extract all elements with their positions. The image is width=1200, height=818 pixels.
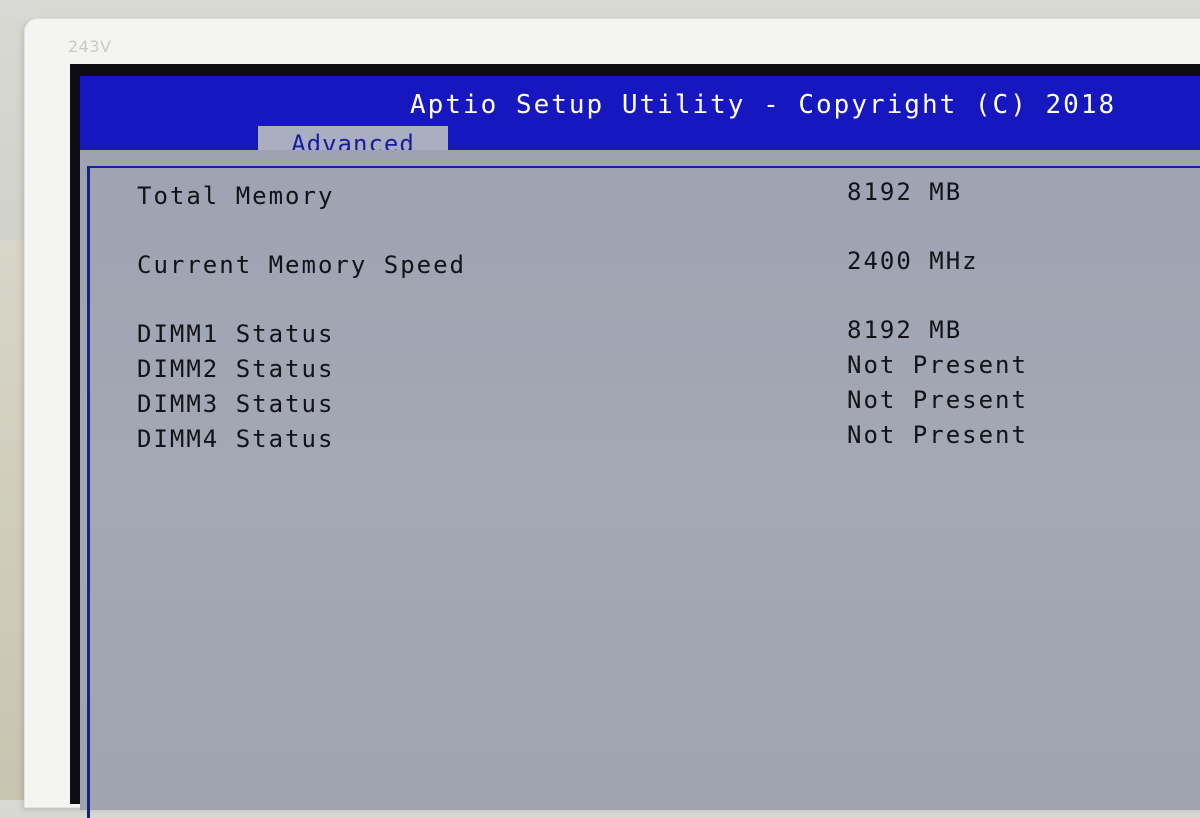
total-memory-label: Total Memory (137, 182, 335, 210)
bios-content: Total Memory 8192 MB Current Memory Spee… (80, 150, 1200, 818)
bios-header: Aptio Setup Utility - Copyright (C) 2018… (80, 76, 1200, 162)
bios-title: Aptio Setup Utility - Copyright (C) 2018 (410, 90, 1117, 120)
total-memory-value: 8192 MB (847, 178, 963, 206)
dimm3-status-value: Not Present (847, 386, 1028, 414)
memory-speed-value: 2400 MHz (847, 247, 979, 275)
dimm2-status-row: DIMM2 Status Not Present (137, 351, 1187, 389)
dimm4-status-row: DIMM4 Status Not Present (137, 421, 1187, 459)
memory-speed-row: Current Memory Speed 2400 MHz (137, 247, 1187, 285)
dimm3-status-label: DIMM3 Status (137, 390, 335, 418)
dimm1-status-value: 8192 MB (847, 316, 963, 344)
dimm2-status-label: DIMM2 Status (137, 355, 335, 383)
settings-panel: Total Memory 8192 MB Current Memory Spee… (87, 166, 1200, 818)
monitor-model-label: 243V (68, 37, 112, 56)
dimm2-status-value: Not Present (847, 351, 1028, 379)
dimm4-status-label: DIMM4 Status (137, 425, 335, 453)
dimm4-status-value: Not Present (847, 421, 1028, 449)
dimm3-status-row: DIMM3 Status Not Present (137, 386, 1187, 424)
dimm1-status-label: DIMM1 Status (137, 320, 335, 348)
bios-screen: Aptio Setup Utility - Copyright (C) 2018… (70, 64, 1200, 818)
dimm1-status-row: DIMM1 Status 8192 MB (137, 316, 1187, 354)
memory-speed-label: Current Memory Speed (137, 251, 466, 279)
total-memory-row: Total Memory 8192 MB (137, 178, 1187, 216)
